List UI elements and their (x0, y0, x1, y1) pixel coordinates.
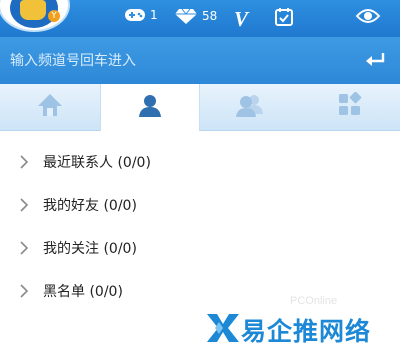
list-item-label: 我的关注 (0/0) (43, 241, 137, 257)
diamond-stat[interactable]: 58 (174, 7, 217, 25)
v-badge-icon: V (234, 7, 249, 31)
list-item-label: 黑名单 (0/0) (43, 284, 123, 300)
eye-icon (355, 7, 381, 25)
top-bar: Y 1 58 V (0, 0, 400, 37)
watermark: 易企推网络 (205, 310, 371, 350)
enter-return-icon[interactable] (364, 51, 386, 71)
watermark-text: 易企推网络 (241, 317, 372, 346)
tab-groups[interactable] (200, 84, 300, 130)
chevron-right-icon (19, 283, 29, 303)
gamepad-icon (124, 7, 146, 23)
tab-home[interactable] (0, 84, 100, 130)
avatar-badge: Y (48, 10, 60, 22)
people-icon (235, 92, 265, 122)
list-item-label: 我的好友 (0/0) (43, 198, 137, 214)
game-count: 1 (150, 8, 158, 22)
channel-search-bar[interactable]: 输入频道号回车进入 (0, 37, 400, 84)
list-item[interactable]: 我的关注 (0/0) (0, 226, 400, 269)
vip-stat[interactable]: V (234, 7, 248, 32)
list-item-label: 最近联系人 (0/0) (43, 155, 151, 171)
calendar-check-icon (274, 7, 294, 27)
watermark-ghost-text: PCOnline (290, 295, 338, 307)
diamond-count: 58 (202, 9, 218, 23)
chevron-right-icon (19, 240, 29, 260)
chevron-right-icon (19, 197, 29, 217)
chevron-right-icon (19, 154, 29, 174)
tab-bar (0, 84, 400, 131)
channel-search-input[interactable]: 输入频道号回车进入 (10, 50, 136, 70)
person-icon (137, 93, 163, 123)
tab-apps[interactable] (300, 84, 400, 130)
list-item[interactable]: 黑名单 (0/0) (0, 269, 400, 312)
tab-contacts[interactable] (100, 84, 200, 131)
list-item[interactable]: 最近联系人 (0/0) (0, 140, 400, 183)
avatar[interactable]: Y (0, 0, 70, 32)
contact-group-list: 最近联系人 (0/0) 我的好友 (0/0) 我的关注 (0/0) 黑名单 (0… (0, 140, 400, 312)
apps-grid-icon (337, 91, 363, 122)
home-icon (36, 92, 64, 122)
game-stat[interactable]: 1 (124, 7, 158, 23)
watermark-logo-icon (205, 310, 241, 350)
list-item[interactable]: 我的好友 (0/0) (0, 183, 400, 226)
diamond-icon (174, 7, 198, 25)
visibility-toggle[interactable] (355, 7, 381, 25)
checkin-stat[interactable] (274, 7, 294, 27)
crown-icon (20, 0, 46, 20)
